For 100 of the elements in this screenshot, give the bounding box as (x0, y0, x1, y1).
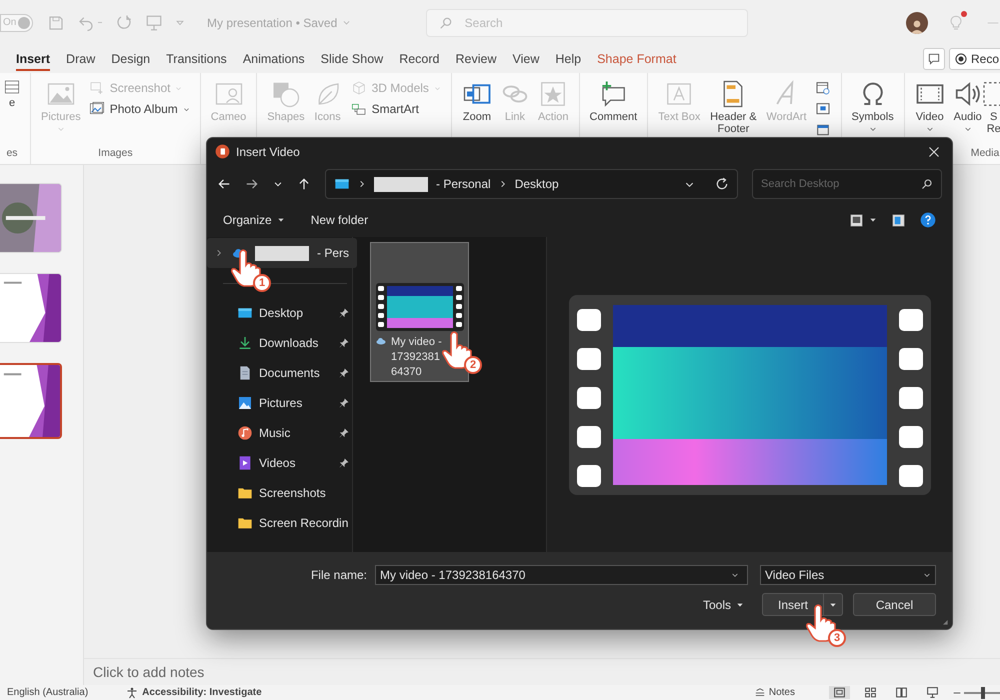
ribbon-tab[interactable]: Design (111, 48, 150, 70)
ribbon-tab[interactable]: Help (555, 48, 582, 70)
ribbon-tab[interactable]: Insert (16, 48, 50, 70)
address-bar[interactable]: - Personal Desktop (325, 169, 738, 199)
breadcrumb[interactable]: - Personal (436, 177, 491, 191)
chevron-right-icon (358, 180, 366, 188)
redo-icon (115, 14, 133, 32)
ribbon-tab[interactable]: Animations (242, 48, 305, 70)
comments-button[interactable] (922, 48, 945, 70)
slider-thumb[interactable] (980, 686, 985, 698)
record-button[interactable]: Reco (948, 48, 1000, 70)
help-icon (920, 212, 936, 228)
table-icon (4, 79, 20, 95)
avatar[interactable] (906, 12, 928, 34)
ribbon-tab[interactable]: Review (456, 48, 496, 70)
pin-icon (339, 308, 350, 318)
language-status[interactable]: English (Australia) (7, 687, 88, 698)
notes-button[interactable]: Notes (754, 687, 795, 698)
ribbon-button[interactable] (814, 122, 831, 138)
up-button[interactable] (297, 177, 311, 191)
preview-pane-button[interactable] (891, 212, 906, 228)
pin-icon (339, 398, 350, 408)
screenshot-icon (88, 80, 105, 96)
group-label: Images (97, 147, 134, 159)
nav-item[interactable]: Documents (207, 358, 358, 388)
caret-icon (829, 600, 837, 608)
tools-button[interactable]: Tools (702, 598, 744, 612)
search-field[interactable]: Search Desktop (752, 169, 942, 199)
chevron-right-icon (215, 249, 223, 257)
caret-icon (276, 216, 285, 224)
insert-menu-button[interactable] (824, 593, 843, 616)
ribbon-tab[interactable]: Slide Show (320, 48, 384, 70)
presentation-icon (926, 686, 939, 699)
ribbon-button[interactable]: S Re (986, 77, 1000, 137)
save-icon (47, 14, 65, 32)
lightbulb-icon[interactable] (948, 14, 964, 32)
ribbon-button[interactable] (814, 101, 831, 117)
pane-icon (891, 212, 906, 228)
chevron-down-icon (923, 571, 931, 579)
field-label: File name: (310, 568, 367, 582)
ribbon-button[interactable]: Audio (948, 77, 987, 135)
ribbon-button[interactable]: SmartArt (350, 101, 441, 117)
chevron-down-icon (964, 125, 972, 133)
caret-icon (97, 20, 103, 26)
ribbon-tab[interactable]: Shape Format (597, 48, 676, 70)
file-type-dropdown[interactable]: Video Files (760, 565, 936, 585)
ribbon-button[interactable]: Photo Album (88, 101, 190, 117)
ribbon-tab[interactable]: Draw (66, 48, 96, 70)
ribbon-button[interactable] (814, 80, 831, 96)
nav-item[interactable]: Videos (207, 448, 358, 478)
insert-button[interactable]: Insert (762, 593, 824, 616)
ribbon-tab[interactable]: Record (399, 48, 440, 70)
file-name-field[interactable]: My video - 1739238164370 (375, 565, 748, 585)
view-options-button[interactable] (849, 212, 877, 228)
group-label: Media (970, 147, 1000, 159)
nav-item[interactable]: Screen Recordin (207, 508, 358, 538)
back-button[interactable] (217, 177, 231, 191)
dialog-title: Insert Video (236, 144, 300, 158)
step-badge: 1 (253, 274, 271, 292)
notification-dot (961, 10, 967, 16)
refresh-icon (715, 177, 729, 191)
accessibility-status[interactable]: Accessibility: Investigate (142, 687, 262, 698)
download-icon (237, 335, 253, 351)
diagram-icon (350, 101, 367, 117)
cancel-button[interactable]: Cancel (853, 593, 936, 616)
slide-thumbnail[interactable] (0, 363, 62, 439)
music-icon (237, 425, 253, 441)
window-icon (814, 122, 831, 138)
ribbon-button[interactable]: Header & Footer (704, 77, 762, 137)
forward-button[interactable] (245, 177, 259, 191)
chevron-down-icon (868, 125, 877, 133)
nav-item[interactable]: - Pers (207, 238, 358, 268)
cloud-icon (375, 335, 387, 347)
chevron-right-icon (498, 180, 507, 188)
new-folder-button[interactable]: New folder (310, 213, 368, 227)
file-item[interactable]: My video - 1739238164370 (370, 242, 469, 382)
nav-item[interactable]: Music (207, 418, 358, 448)
caret-icon (736, 600, 744, 608)
photo-album-icon (88, 101, 105, 117)
ribbon-tab[interactable]: Transitions (166, 48, 227, 70)
chevron-down-icon (56, 125, 65, 133)
organize-button[interactable]: Organize (223, 213, 285, 227)
ribbon-button[interactable]: Video (910, 77, 949, 135)
arrow-left-icon (217, 177, 231, 191)
ribbon-tab[interactable]: View (512, 48, 540, 70)
nav-item[interactable]: Screenshots (207, 478, 358, 508)
pictures-icon (237, 395, 253, 411)
ribbon-button[interactable]: Symbols (848, 77, 898, 135)
person-icon (909, 18, 925, 34)
help-button[interactable] (920, 212, 936, 228)
hand-pointer-icon (229, 248, 263, 288)
nav-item[interactable]: Downloads (207, 328, 358, 358)
chevron-down-icon (731, 571, 739, 579)
chevron-down-icon (926, 125, 934, 133)
breadcrumb[interactable]: Desktop (514, 177, 559, 191)
ribbon-button[interactable]: e (0, 77, 24, 111)
ribbon-button[interactable]: Zoom (458, 77, 496, 125)
view-button[interactable] (829, 686, 850, 699)
step-badge: 3 (828, 629, 846, 647)
ribbon-button[interactable]: Comment (586, 77, 642, 125)
